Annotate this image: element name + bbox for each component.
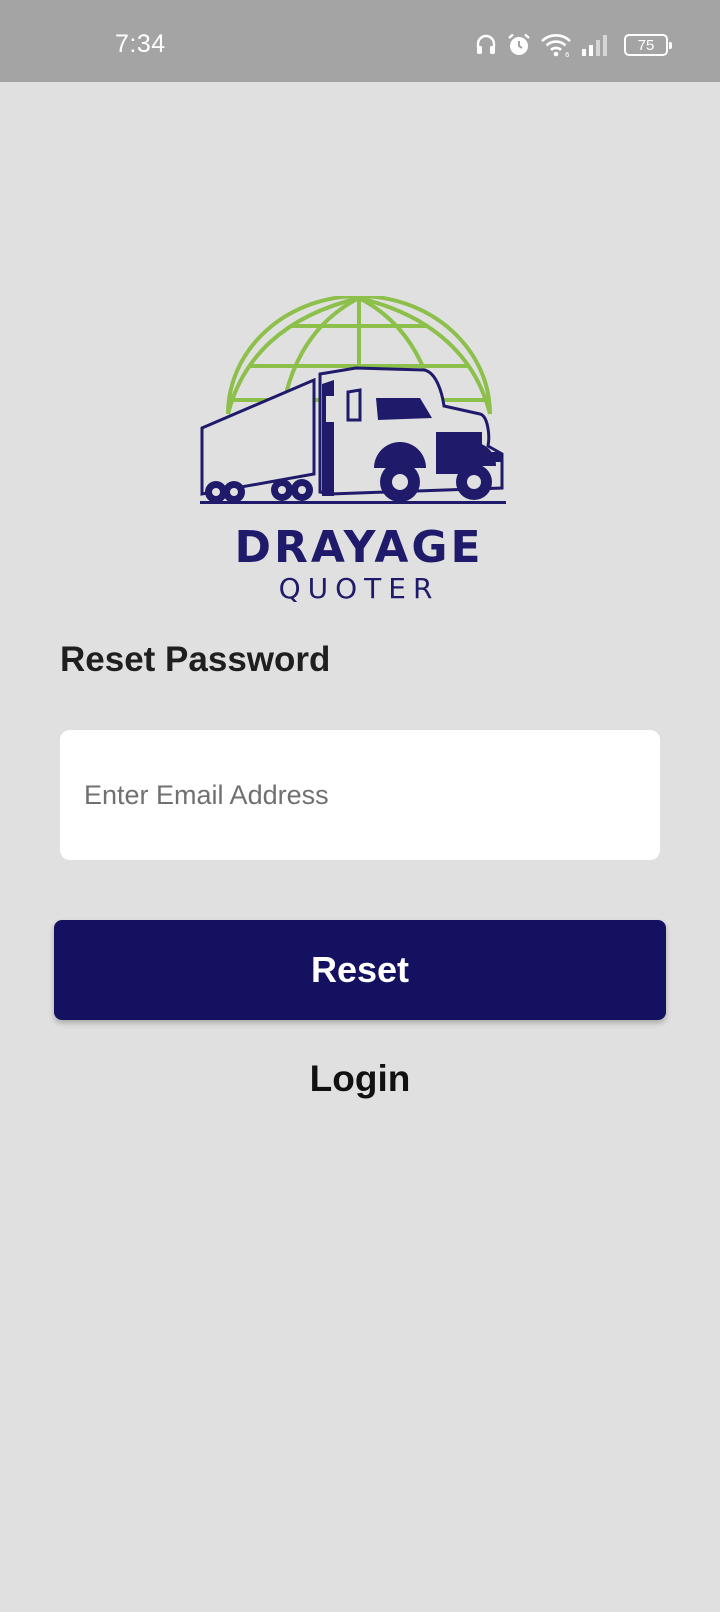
page-title: Reset Password [60,640,331,679]
app-logo: DRAYAGE QUOTER [198,296,520,606]
login-link[interactable]: Login [0,1058,720,1100]
logo-subtitle: QUOTER [278,572,440,605]
status-bar: 7:34 6 75 [0,0,720,82]
truck-globe-logo-icon [200,296,506,504]
battery-level: 75 [637,36,655,54]
headphones-icon [476,34,496,54]
email-field[interactable] [60,730,660,860]
status-time: 7:34 [115,30,166,58]
logo-title: DRAYAGE [234,522,484,573]
status-icons: 6 75 [474,30,672,60]
signal-icon [582,35,607,56]
battery-icon: 75 [624,34,672,56]
wifi-icon: 6 [541,34,571,58]
svg-text:6: 6 [565,51,570,58]
alarm-icon [508,33,530,55]
reset-button[interactable]: Reset [54,920,666,1020]
